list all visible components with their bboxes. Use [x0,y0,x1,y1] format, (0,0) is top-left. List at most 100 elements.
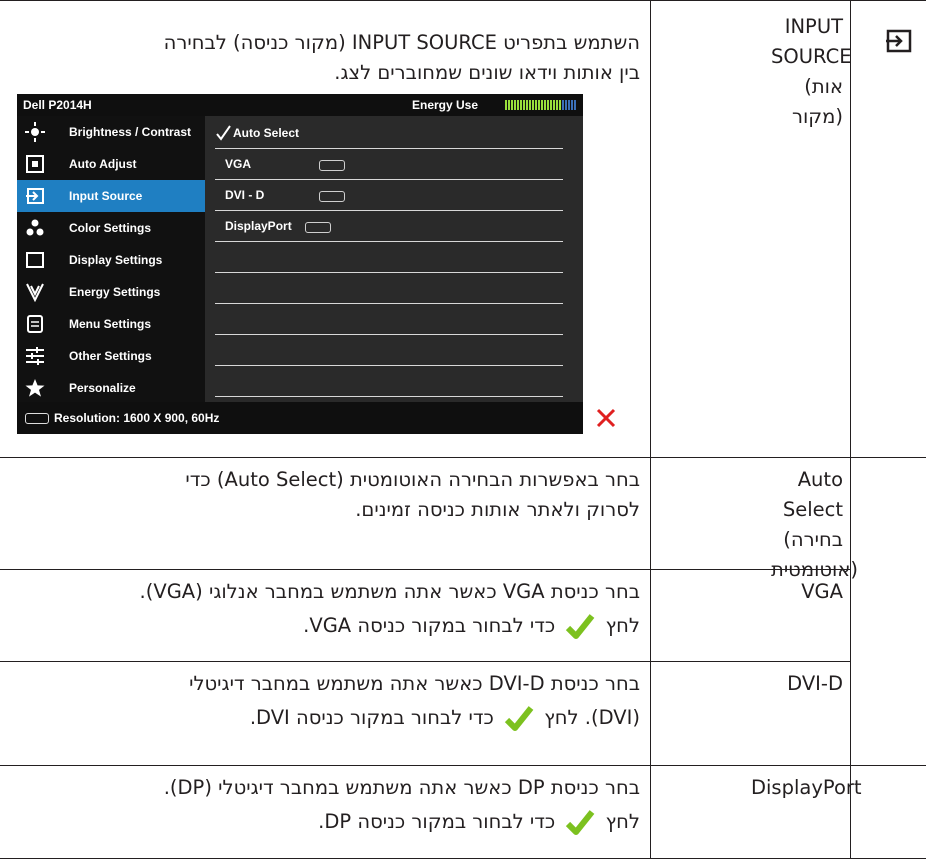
table-rule [0,765,926,766]
desc-line: בחר כניסת DVI-D כאשר אתה משתמש במחבר דיג… [189,672,640,695]
energy-use-label: Energy Use [412,98,479,112]
energy-bar-segment [565,100,567,110]
osd-option-row[interactable]: Auto Select [213,118,573,149]
desc-line: לסרוק ולאתר אותות כניסה זמינים. [355,498,640,521]
energy-bar-segment [544,100,546,110]
chevron-down-icon[interactable] [592,340,620,368]
close-icon[interactable] [592,404,620,432]
table-rule [0,858,926,859]
row-desc-displayport: בחר כניסת DP כאשר אתה משתמש במחבר דיגיטל… [12,773,640,841]
energy-bar-segment [547,100,549,110]
osd-menu-item[interactable]: Brightness / Contrast [17,116,205,148]
osd-menu-item[interactable]: Energy Settings [17,276,205,308]
osd-option-label: DVI - D [225,188,265,202]
energy-bar-segment [523,100,525,110]
osd-menu-item[interactable]: Other Settings [17,340,205,372]
connector-icon [319,191,345,202]
energy-bar-segment [508,100,510,110]
energy-bar-segment [562,100,564,110]
osd-option-row [213,366,573,397]
osd-menu-label: Display Settings [69,253,163,267]
osd-menu-label: Color Settings [69,221,152,235]
energy-bar-segment [517,100,519,110]
row-label-input-source: INPUT SOURCE (אות מקור) [771,15,852,128]
osd-option-row [213,273,573,304]
resolution-text: Resolution: 1600 X 900, 60Hz [54,411,220,425]
osd-submenu: Auto Select VGA DVI - D DisplayPort [205,116,583,402]
press-label: לחץ [605,810,640,833]
desc-tail: כדי לבחור במקור כניסה DVI. [249,706,494,729]
energy-bar-segment [511,100,513,110]
desc-tail: כדי לבחור במקור כניסה DP. [318,810,556,833]
energy-settings-icon [26,283,44,302]
row-desc-dvi-d: בחר כניסת DVI-D כאשר אתה משתמש במחבר דיג… [12,669,640,737]
desc-line: לחץ כדי לבחור במקור כניסה VGA. [12,607,640,645]
brightness-icon [25,122,45,142]
energy-bar-segment [520,100,522,110]
desc-line: לחץ כדי לבחור במקור כניסה DP. [12,803,640,841]
checkmark-button-icon [504,705,534,731]
row-desc-input-source: השתמש בתפריט INPUT SOURCE (מקור כניסה) ל… [12,28,640,88]
input-source-icon [26,188,44,204]
osd-menu-label: Brightness / Contrast [69,125,192,139]
osd-menu-item[interactable]: Input Source [17,180,205,212]
osd-footer: Resolution: 1600 X 900, 60Hz [17,402,583,434]
osd-menu-item[interactable]: Personalize [17,372,205,404]
osd-menu-label: Menu Settings [69,317,152,331]
row-label-displayport: DisplayPort [751,776,862,799]
osd-option-row [213,242,573,273]
desc-line: בחר באפשרות הבחירה האוטומטית (Auto Selec… [185,468,640,491]
checkmark-icon [216,125,231,141]
table-col-rule [850,0,851,859]
desc-line: בחר כניסת DP כאשר אתה משתמש במחבר דיגיטל… [163,776,640,799]
energy-bar-segment [559,100,561,110]
osd-option-label: Auto Select [233,126,300,140]
osd-option-row[interactable]: DVI - D [213,180,573,211]
osd-option-row [213,304,573,335]
energy-bar-segment [556,100,558,110]
osd-main-menu: Brightness / Contrast Auto Adjust Input So… [17,116,205,402]
row-label-dvi-d: DVI-D [787,672,843,695]
osd-menu-item[interactable]: Auto Adjust [17,148,205,180]
arrow-right-icon[interactable] [592,372,620,400]
chevron-up-icon[interactable] [592,308,620,336]
desc-line: בין אותות וידאו שונים שמחוברים לצג. [334,61,640,84]
osd-option-row[interactable]: VGA [213,149,573,180]
desc-line: (DVI). לחץ כדי לבחור במקור כניסה DVI. [12,699,640,737]
osd-menu-item[interactable]: Menu Settings [17,308,205,340]
osd-menu-screenshot: Dell P2014H Energy Use Brightness / Cont… [17,94,583,434]
desc-line: בחר כניסת VGA כאשר אתה משתמש במחבר אנלוג… [139,580,640,603]
osd-option-label: DisplayPort [225,219,292,233]
energy-bar-segment [526,100,528,110]
energy-bar-segment [514,100,516,110]
energy-bar-segment [574,100,576,110]
osd-header: Dell P2014H Energy Use [17,94,583,116]
checkmark-button-icon [566,809,595,835]
row-label-auto-select: Auto Select (בחירה אוטומטית) [771,468,858,581]
color-settings-icon [26,219,44,236]
star-icon [25,379,45,397]
energy-bar-segment [538,100,540,110]
osd-menu-label: Auto Adjust [69,157,137,171]
energy-bar-segment [568,100,570,110]
desc-tail: כדי לבחור במקור כניסה VGA. [303,614,556,637]
table-col-rule [650,0,651,859]
energy-bar-segment [535,100,537,110]
osd-menu-label: Energy Settings [69,285,161,299]
osd-menu-item[interactable]: Color Settings [17,212,205,244]
input-source-icon [886,29,912,53]
osd-nav-buttons [592,308,620,434]
table-rule [0,661,850,662]
connector-icon [305,222,331,233]
table-rule [0,569,850,570]
osd-option-row[interactable]: DisplayPort [213,211,573,242]
row-desc-auto-select: בחר באפשרות הבחירה האוטומטית (Auto Selec… [12,465,640,525]
osd-title: Dell P2014H [23,98,92,112]
energy-bar-segment [571,100,573,110]
osd-menu-item[interactable]: Display Settings [17,244,205,276]
display-settings-icon [26,252,44,268]
energy-bar-segment [553,100,555,110]
row-desc-vga: בחר כניסת VGA כאשר אתה משתמש במחבר אנלוג… [12,577,640,645]
menu-settings-icon [27,315,43,333]
table-top-rule [0,0,926,1]
